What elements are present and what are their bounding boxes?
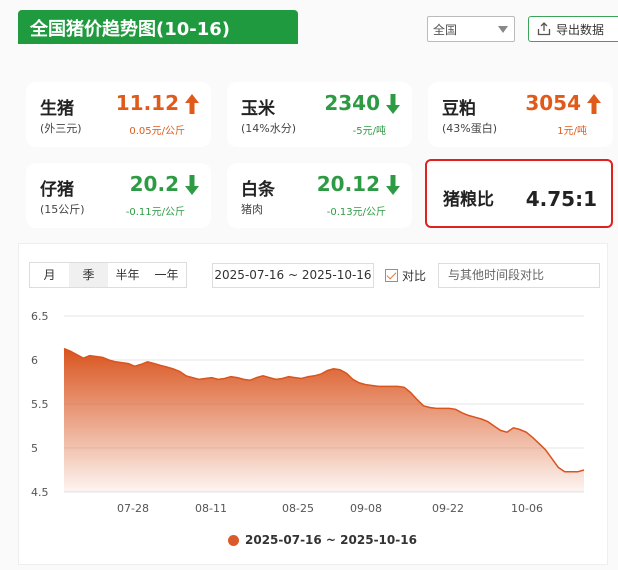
export-data-label: 导出数据 bbox=[556, 23, 605, 37]
arrow-down-icon bbox=[386, 175, 400, 195]
price-card-corn: 玉米 (14%水分) 2340 -5元/吨 bbox=[227, 82, 412, 147]
card-value: 3054 bbox=[525, 91, 581, 115]
arrow-down-icon bbox=[386, 94, 400, 114]
card-subtitle: 猪肉 bbox=[241, 203, 263, 216]
y-tick-label: 6 bbox=[31, 354, 38, 367]
card-name: 白条 bbox=[241, 180, 275, 200]
card-change: 1元/吨 bbox=[557, 126, 587, 137]
y-tick-label: 5 bbox=[31, 442, 38, 455]
y-tick-label: 4.5 bbox=[31, 486, 49, 499]
card-value: 11.12 bbox=[115, 91, 179, 115]
card-value: 20.2 bbox=[129, 172, 179, 196]
x-tick-label: 08-11 bbox=[195, 502, 227, 515]
price-area-chart: 6.5 6 5.5 5 4.5 07-28 08-11 08-25 09-08 09-22 10-… bbox=[31, 310, 585, 515]
y-tick-label: 6.5 bbox=[31, 310, 49, 323]
x-tick-label: 09-22 bbox=[432, 502, 464, 515]
price-card-live-hog: 生猪 (外三元) 11.12 0.05元/公斤 bbox=[26, 82, 211, 147]
card-value: 20.12 bbox=[316, 172, 380, 196]
card-change: -5元/吨 bbox=[352, 126, 386, 137]
chart-panel: 月 季 半年 一年 2025-07-16 ~ 2025-10-16 对比 与其他… bbox=[18, 243, 608, 565]
arrow-up-icon bbox=[587, 94, 601, 114]
card-name: 玉米 bbox=[241, 99, 275, 119]
legend-label: 2025-07-16 ~ 2025-10-16 bbox=[245, 533, 417, 547]
legend-marker bbox=[228, 535, 239, 546]
card-change: -0.13元/公斤 bbox=[326, 207, 386, 218]
page-title: 全国猪价趋势图(10-16) bbox=[30, 19, 231, 40]
ratio-name: 猪粮比 bbox=[443, 190, 494, 210]
price-card-pork: 白条 猪肉 20.12 -0.13元/公斤 bbox=[227, 163, 412, 228]
region-select-value: 全国 bbox=[433, 23, 458, 37]
card-name: 生猪 bbox=[40, 99, 74, 119]
region-select[interactable]: 全国 bbox=[427, 16, 515, 42]
x-tick-label: 10-06 bbox=[511, 502, 543, 515]
card-name: 豆粕 bbox=[442, 99, 476, 119]
price-card-soymeal: 豆粕 (43%蛋白) 3054 1元/吨 bbox=[428, 82, 613, 147]
card-subtitle: (外三元) bbox=[40, 122, 82, 135]
x-tick-label: 07-28 bbox=[117, 502, 149, 515]
card-change: -0.11元/公斤 bbox=[125, 207, 185, 218]
arrow-down-icon bbox=[185, 175, 199, 195]
price-card-piglet: 仔猪 (15公斤) 20.2 -0.11元/公斤 bbox=[26, 163, 211, 228]
card-change: 0.05元/公斤 bbox=[129, 126, 185, 137]
chevron-down-icon bbox=[498, 26, 508, 33]
title-tab: 全国猪价趋势图(10-16) bbox=[18, 10, 298, 43]
card-subtitle: (15公斤) bbox=[40, 203, 85, 216]
arrow-up-icon bbox=[185, 94, 199, 114]
y-tick-label: 5.5 bbox=[31, 398, 49, 411]
card-name: 仔猪 bbox=[40, 180, 74, 200]
export-icon bbox=[537, 22, 551, 36]
x-tick-label: 09-08 bbox=[350, 502, 382, 515]
card-subtitle: (43%蛋白) bbox=[442, 122, 498, 135]
title-underline bbox=[18, 42, 298, 44]
card-subtitle: (14%水分) bbox=[241, 122, 297, 135]
export-data-button[interactable]: 导出数据 bbox=[528, 16, 618, 42]
card-value: 2340 bbox=[324, 91, 380, 115]
x-tick-label: 08-25 bbox=[282, 502, 314, 515]
series-area bbox=[64, 348, 584, 492]
ratio-value: 4.75:1 bbox=[525, 187, 597, 211]
hog-grain-ratio-card: 猪粮比 4.75:1 bbox=[425, 159, 613, 228]
